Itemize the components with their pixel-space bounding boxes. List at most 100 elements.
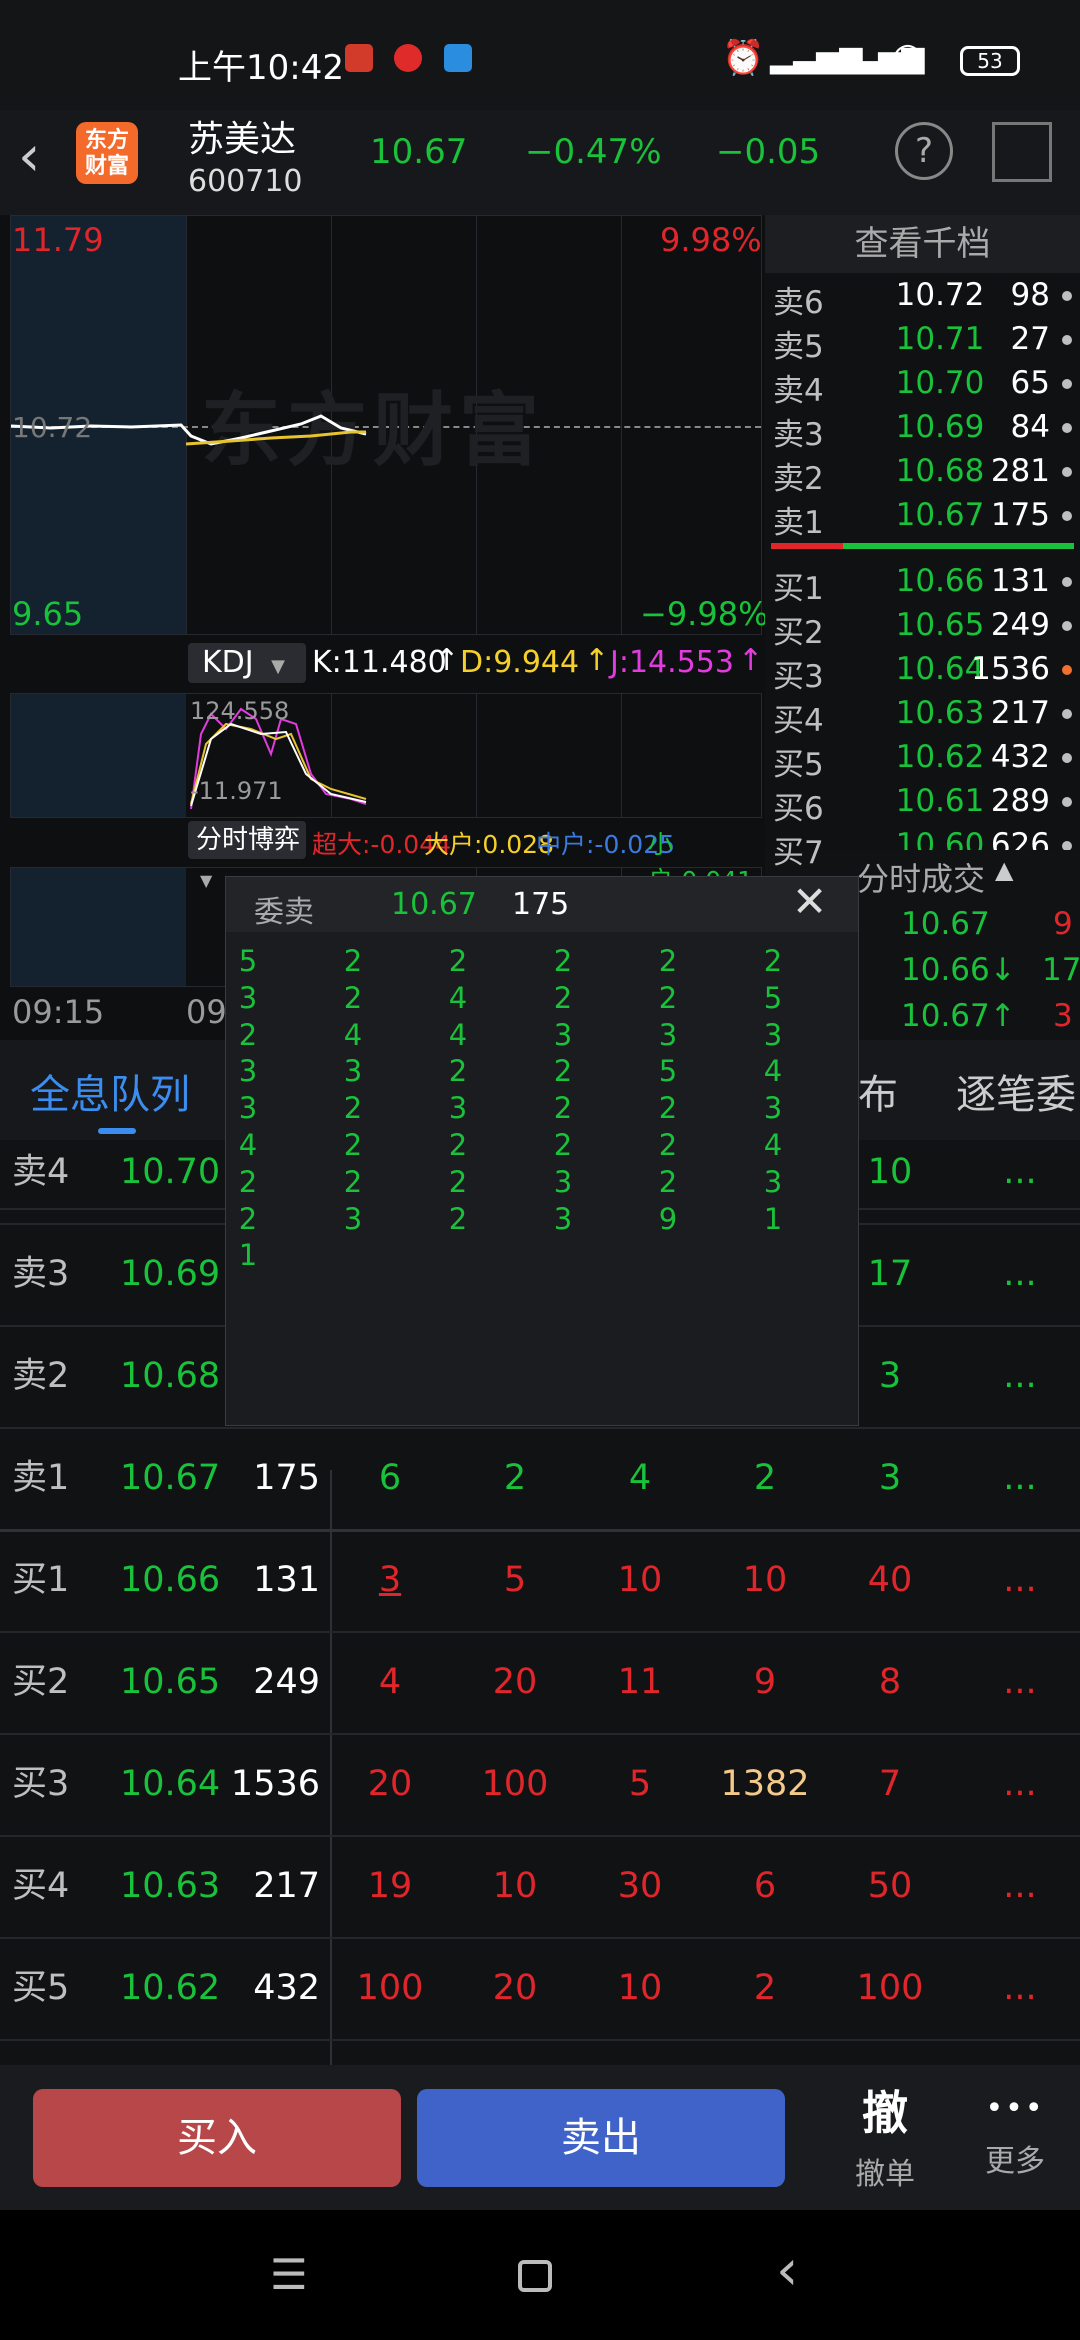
order-book-row[interactable]: 卖6 10.72 98 <box>765 277 1080 321</box>
table-row[interactable]: 买3 10.64 1536 20 100 5 1382 7... <box>0 1734 1080 1837</box>
queue-order[interactable]: 10 <box>455 1836 575 1937</box>
queue-order[interactable]: 2 <box>455 1428 575 1529</box>
sell-button[interactable]: 卖出 <box>417 2089 785 2187</box>
row-label: 买5 <box>12 1968 70 2008</box>
row-more[interactable]: ... <box>990 1326 1050 1427</box>
arrow-up-icon: ↑ <box>584 643 610 678</box>
popup-order-size: 3 <box>763 1164 783 1199</box>
trade-price: 10.67↑ <box>901 998 1016 1034</box>
order-book-row[interactable]: 卖3 10.69 84 <box>765 409 1080 453</box>
tab-tick-orders[interactable]: 逐笔委 <box>956 1062 1076 1120</box>
queue-order[interactable]: 30 <box>580 1836 700 1937</box>
queue-order[interactable]: 20 <box>330 1734 450 1835</box>
row-more[interactable]: ... <box>990 1122 1050 1223</box>
row-more[interactable]: ... <box>990 1632 1050 1733</box>
table-row[interactable]: 买1 10.66 131 3 5 10 10 40... <box>0 1530 1080 1633</box>
queue-order[interactable]: 6 <box>705 1836 825 1937</box>
queue-order[interactable]: 10 <box>580 1938 700 2039</box>
back-icon[interactable]: ‹ <box>18 124 40 189</box>
queue-order[interactable]: 7 <box>830 1734 950 1835</box>
order-book-row[interactable]: 买2 10.65 249 <box>765 607 1080 651</box>
queue-order[interactable]: 20 <box>455 1938 575 2039</box>
tab-distribution[interactable]: 布 <box>858 1062 898 1120</box>
queue-order[interactable]: 20 <box>455 1632 575 1733</box>
tab-queue[interactable]: 全息队列 <box>30 1062 190 1120</box>
table-row[interactable]: 买2 10.65 249 4 20 11 9 8... <box>0 1632 1080 1735</box>
queue-order[interactable]: 40 <box>830 1530 950 1631</box>
row-more[interactable]: ... <box>990 1836 1050 1937</box>
header-change: −0.05 <box>716 132 821 172</box>
row-more[interactable]: ... <box>990 1938 1050 2039</box>
popup-order-size: 2 <box>658 1091 678 1126</box>
order-book-row[interactable]: 卖5 10.71 27 <box>765 321 1080 365</box>
queue-order[interactable]: 10 <box>705 1530 825 1631</box>
kdj-d: D:9.944 <box>460 645 580 680</box>
row-more[interactable]: ... <box>990 1530 1050 1631</box>
menu-icon[interactable]: ☰ <box>270 2250 308 2299</box>
order-book-row[interactable]: 卖2 10.68 281 <box>765 453 1080 497</box>
order-book-row[interactable]: 买5 10.62 432 <box>765 739 1080 783</box>
system-nav-bar: ☰ ‹ <box>0 2210 1080 2340</box>
order-book-row[interactable]: 买3 10.64 1536 <box>765 651 1080 695</box>
queue-order[interactable]: 10 <box>580 1530 700 1631</box>
trade-price: 10.67 <box>901 906 990 942</box>
queue-order[interactable]: 4 <box>580 1428 700 1529</box>
row-price: 10.62 <box>120 1968 221 2008</box>
queue-order[interactable]: 6 <box>330 1428 450 1529</box>
help-button[interactable]: ? <box>895 122 953 180</box>
queue-order[interactable]: 9 <box>705 1632 825 1733</box>
popup-order-size: 2 <box>553 1054 573 1089</box>
queue-order[interactable]: 1382 <box>705 1734 825 1835</box>
layout-toggle-icon[interactable] <box>992 122 1052 182</box>
queue-order[interactable]: 5 <box>455 1530 575 1631</box>
dot-icon <box>1062 423 1072 433</box>
trades-panel[interactable]: 分时成交 ▲ 10.67 9 10.66↓ 17 10.67↑ 3 <box>857 850 1080 1040</box>
queue-order[interactable]: 11 <box>580 1632 700 1733</box>
cancel-order-button[interactable]: 撤 撤单 <box>830 2077 940 2202</box>
more-button[interactable]: ••• 更多 <box>960 2077 1070 2202</box>
order-book-row[interactable]: 买6 10.61 289 <box>765 783 1080 827</box>
home-icon[interactable] <box>518 2260 552 2292</box>
order-queue-popup[interactable]: 委卖 10.67 175 ✕ 5222223242252443333322543… <box>225 876 859 1426</box>
queue-order[interactable]: 5 <box>580 1734 700 1835</box>
table-row[interactable]: 买5 10.62 432 100 20 10 2 100... <box>0 1938 1080 2041</box>
row-more[interactable]: ... <box>990 1428 1050 1529</box>
queue-order[interactable]: 50 <box>830 1836 950 1937</box>
row-more[interactable]: ... <box>990 1224 1050 1325</box>
back-nav-icon[interactable]: ‹ <box>776 2238 798 2303</box>
kdj-top-value: 124.558 <box>190 697 290 725</box>
queue-order[interactable]: 2 <box>705 1428 825 1529</box>
dot-icon <box>1062 621 1072 631</box>
order-book[interactable]: 查看千档 卖6 10.72 98 卖5 10.71 27 卖4 10.70 65 卖3 10.69 8… <box>765 215 1080 871</box>
time-start: 09:15 <box>12 993 105 1031</box>
queue-order[interactable]: 100 <box>455 1734 575 1835</box>
queue-order[interactable]: 100 <box>830 1938 950 2039</box>
table-row[interactable]: 买4 10.63 217 19 10 30 6 50... <box>0 1836 1080 1939</box>
popup-vol: 175 <box>512 887 570 922</box>
queue-order[interactable]: 4 <box>330 1632 450 1733</box>
row-more[interactable]: ... <box>990 1734 1050 1835</box>
fs-selector[interactable]: 分时博弈 ▼ <box>188 821 306 890</box>
queue-order[interactable]: 3 <box>330 1530 450 1631</box>
buy-button[interactable]: 买入 <box>33 2089 401 2187</box>
level-label: 买1 <box>773 571 824 607</box>
level-volume: 1536 <box>971 651 1050 687</box>
order-book-row[interactable]: 卖1 10.67 175 <box>765 497 1080 541</box>
kdj-selector[interactable]: KDJ ▼ <box>188 643 306 683</box>
order-book-header[interactable]: 查看千档 <box>765 215 1080 273</box>
close-icon[interactable]: ✕ <box>792 877 827 926</box>
popup-order-size: 2 <box>553 980 573 1015</box>
order-book-row[interactable]: 买4 10.63 217 <box>765 695 1080 739</box>
order-book-row[interactable]: 卖4 10.70 65 <box>765 365 1080 409</box>
table-row[interactable]: 卖1 10.67 175 6 2 4 2 3... <box>0 1428 1080 1532</box>
more-label: 更多 <box>985 2144 1045 2179</box>
queue-order[interactable]: 19 <box>330 1836 450 1937</box>
queue-order[interactable]: 3 <box>830 1428 950 1529</box>
order-book-row[interactable]: 买1 10.66 131 <box>765 563 1080 607</box>
queue-order[interactable]: 2 <box>705 1938 825 2039</box>
popup-order-size: 2 <box>238 1164 258 1199</box>
queue-order[interactable]: 8 <box>830 1632 950 1733</box>
level-label: 买5 <box>773 747 824 783</box>
dot-icon <box>1062 511 1072 521</box>
queue-order[interactable]: 100 <box>330 1938 450 2039</box>
